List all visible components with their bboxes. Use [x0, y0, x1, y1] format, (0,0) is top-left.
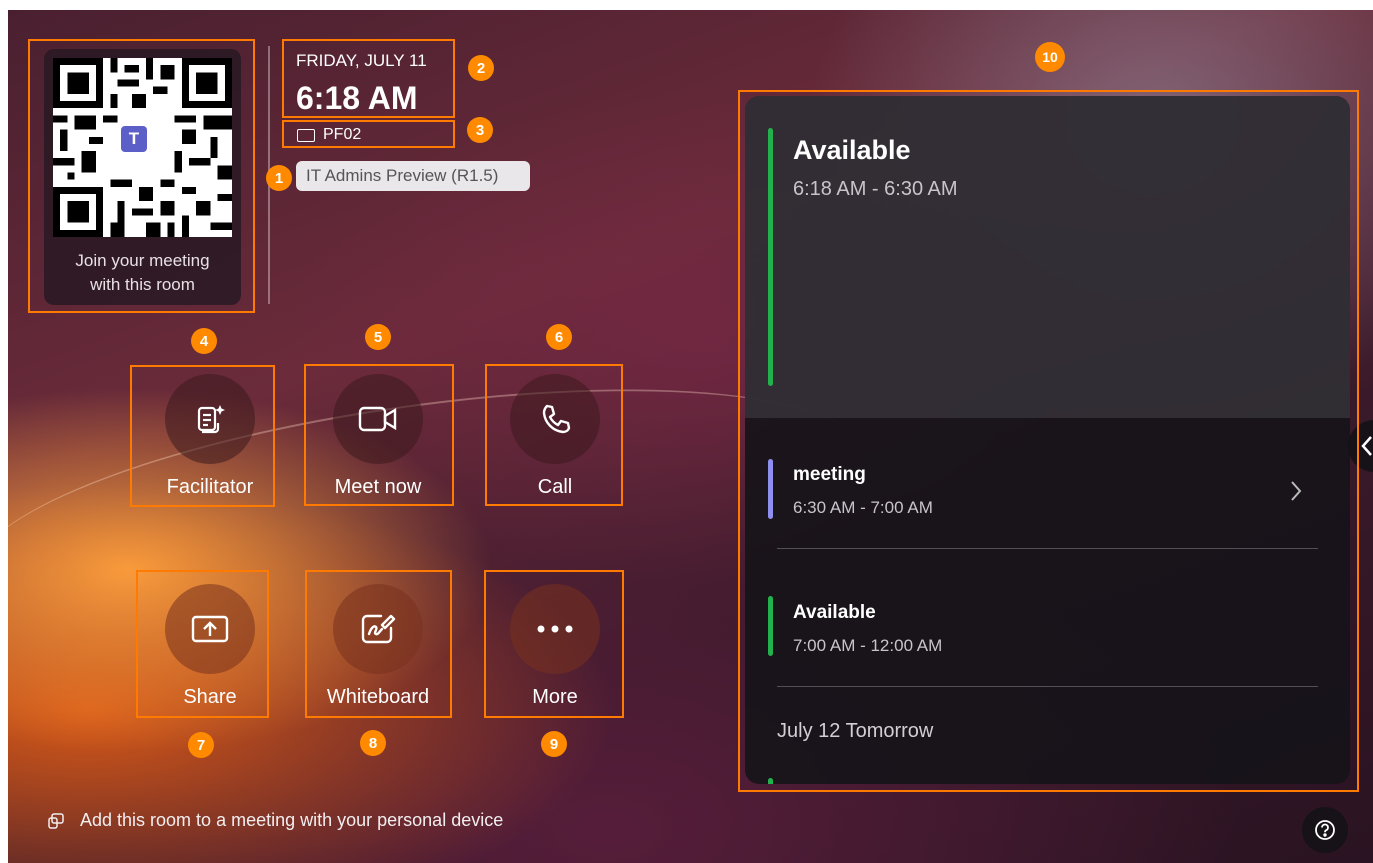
badge-3: 3: [467, 117, 493, 143]
footer-hint: Add this room to a meeting with your per…: [80, 810, 504, 830]
highlight-call: [485, 364, 623, 506]
highlight-calendar: [738, 90, 1359, 792]
highlight-meet-now: [304, 364, 454, 506]
badge-9: 9: [541, 731, 567, 757]
badge-5: 5: [365, 324, 391, 350]
help-icon: [1315, 820, 1335, 840]
highlight-facilitator: [130, 365, 275, 507]
badge-1: 1: [266, 165, 292, 191]
highlight-whiteboard: [305, 570, 452, 718]
badge-2: 2: [468, 55, 494, 81]
highlight-room: [282, 120, 455, 148]
badge-4: 4: [191, 328, 217, 354]
preview-ring-chip: IT Admins Preview (R1.5): [296, 161, 530, 191]
badge-6: 6: [546, 324, 572, 350]
highlight-share: [136, 570, 269, 718]
badge-10: 10: [1035, 42, 1065, 72]
help-button[interactable]: [1302, 807, 1348, 853]
badge-7: 7: [188, 732, 214, 758]
highlight-datetime: [282, 39, 455, 118]
chevron-left-icon: [1361, 436, 1372, 456]
highlight-qr: [28, 39, 255, 313]
preview-ring-label: IT Admins Preview (R1.5): [306, 166, 499, 185]
highlight-more: [484, 570, 624, 718]
badge-8: 8: [360, 730, 386, 756]
personal-device-icon: [48, 813, 64, 829]
